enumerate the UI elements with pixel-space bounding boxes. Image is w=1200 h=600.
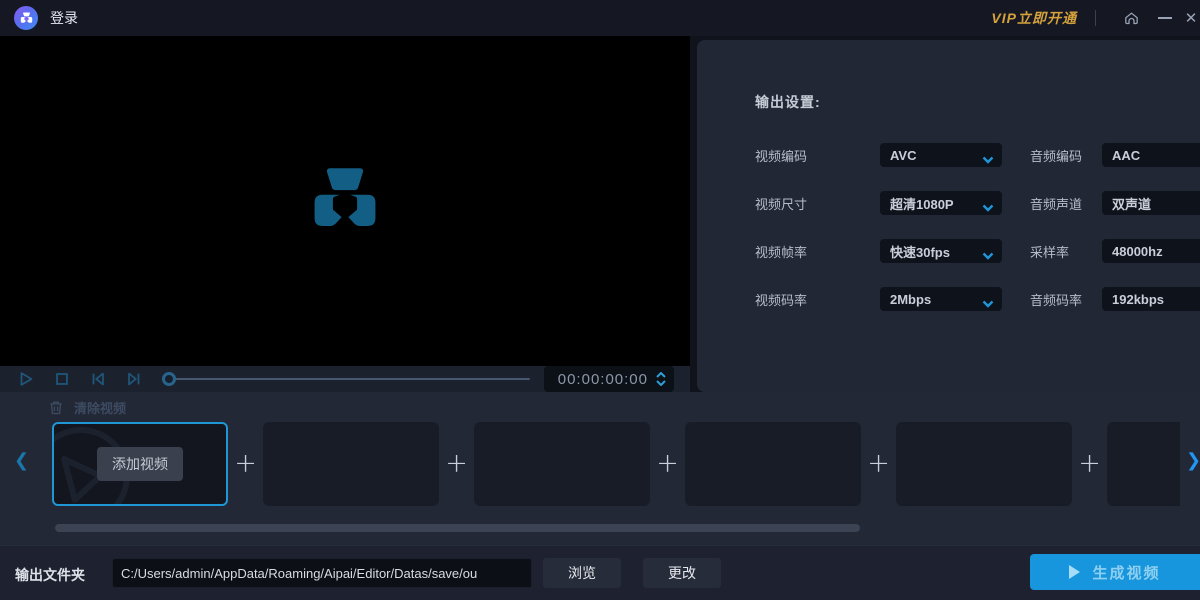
prev-frame-button[interactable] bbox=[88, 369, 108, 389]
output-folder-label: 输出文件夹 bbox=[15, 565, 85, 585]
app-logo-icon[interactable] bbox=[14, 6, 38, 30]
sample-rate-select[interactable]: 48000hz bbox=[1102, 239, 1200, 263]
plus-icon: + bbox=[439, 422, 474, 506]
timeline-scrollbar[interactable] bbox=[55, 524, 860, 532]
clip-slot-empty[interactable] bbox=[1107, 422, 1180, 506]
chevron-down-icon bbox=[982, 151, 994, 169]
timeline-section: 清除视频 ❮ 添加视频 + + + bbox=[0, 392, 1200, 545]
close-icon[interactable]: ✕ bbox=[1182, 0, 1200, 36]
home-icon[interactable] bbox=[1114, 0, 1148, 36]
clip-slot-add[interactable]: 添加视频 bbox=[52, 422, 228, 506]
seek-thumb[interactable] bbox=[162, 372, 176, 386]
trash-icon bbox=[48, 399, 64, 416]
chevron-down-icon bbox=[982, 199, 994, 217]
video-codec-label: 视频编码 bbox=[755, 146, 880, 165]
browse-button[interactable]: 浏览 bbox=[543, 558, 621, 588]
next-frame-button[interactable] bbox=[124, 369, 144, 389]
generate-video-button[interactable]: 生成视频 bbox=[1030, 554, 1200, 590]
change-button[interactable]: 更改 bbox=[643, 558, 721, 588]
player-controls-bar: 00:00:00:00 bbox=[0, 366, 690, 392]
audio-bitrate-select[interactable]: 192kbps bbox=[1102, 287, 1200, 311]
play-triangle-icon bbox=[1069, 565, 1080, 579]
timecode-spinner[interactable] bbox=[656, 372, 666, 386]
minimize-icon[interactable] bbox=[1148, 0, 1182, 36]
clip-slot-empty[interactable] bbox=[263, 422, 439, 506]
audio-codec-label: 音频编码 bbox=[1016, 146, 1102, 165]
video-bitrate-label: 视频码率 bbox=[755, 290, 880, 309]
chevron-down-icon bbox=[982, 247, 994, 265]
login-button[interactable]: 登录 bbox=[50, 8, 78, 28]
plus-icon: + bbox=[228, 422, 263, 506]
clip-slot-empty[interactable] bbox=[896, 422, 1072, 506]
clip-slot-empty[interactable] bbox=[685, 422, 861, 506]
spinner-down-icon[interactable] bbox=[656, 380, 666, 386]
app-window: 登录 VIP立即开通 ✕ bbox=[0, 0, 1200, 600]
titlebar-right: VIP立即开通 ✕ bbox=[991, 0, 1200, 36]
timecode-field[interactable]: 00:00:00:00 bbox=[544, 366, 674, 392]
plus-icon: + bbox=[650, 422, 685, 506]
clip-slot-empty[interactable] bbox=[474, 422, 650, 506]
audio-channels-label: 音频声道 bbox=[1016, 194, 1102, 213]
scroll-left-icon[interactable]: ❮ bbox=[14, 450, 29, 471]
clear-videos-button[interactable]: 清除视频 bbox=[48, 398, 126, 417]
video-codec-select[interactable]: AVC bbox=[880, 143, 1002, 167]
video-size-select[interactable]: 超清1080P bbox=[880, 191, 1002, 215]
timeline-track: 添加视频 + + + + + bbox=[52, 422, 1180, 508]
chevron-down-icon bbox=[982, 295, 994, 313]
seek-slider[interactable] bbox=[162, 369, 530, 389]
add-video-button[interactable]: 添加视频 bbox=[97, 447, 183, 481]
output-settings-fields: 视频编码 AVC 音频编码 AAC 视频尺寸 超清1080P 音频声道 双声道 … bbox=[755, 143, 1200, 311]
output-settings-title: 输出设置: bbox=[755, 92, 821, 112]
video-size-label: 视频尺寸 bbox=[755, 194, 880, 213]
audio-bitrate-label: 音频码率 bbox=[1016, 290, 1102, 309]
sample-rate-label: 采样率 bbox=[1016, 242, 1102, 261]
output-path-input[interactable] bbox=[112, 558, 532, 588]
seek-track[interactable] bbox=[168, 378, 530, 380]
titlebar-divider bbox=[1095, 10, 1096, 26]
spinner-up-icon[interactable] bbox=[656, 372, 666, 378]
video-preview-area[interactable] bbox=[0, 36, 690, 366]
audio-codec-select[interactable]: AAC bbox=[1102, 143, 1200, 167]
audio-channels-select[interactable]: 双声道 bbox=[1102, 191, 1200, 215]
scroll-right-icon[interactable]: ❯ bbox=[1186, 450, 1200, 471]
watermark-robot-logo-icon bbox=[306, 159, 384, 243]
robot-logo-icon bbox=[19, 11, 34, 26]
video-bitrate-select[interactable]: 2Mbps bbox=[880, 287, 1002, 311]
plus-icon: + bbox=[1072, 422, 1107, 506]
stop-button[interactable] bbox=[52, 369, 72, 389]
play-button[interactable] bbox=[16, 369, 36, 389]
frame-rate-label: 视频帧率 bbox=[755, 242, 880, 261]
titlebar: 登录 VIP立即开通 ✕ bbox=[0, 0, 1200, 36]
frame-rate-select[interactable]: 快速30fps bbox=[880, 239, 1002, 263]
plus-icon: + bbox=[861, 422, 896, 506]
footer-bar: 输出文件夹 浏览 更改 生成视频 bbox=[0, 545, 1200, 600]
timecode-value: 00:00:00:00 bbox=[558, 371, 648, 388]
vip-upgrade-button[interactable]: VIP立即开通 bbox=[991, 8, 1077, 28]
output-settings-panel: 输出设置: 视频编码 AVC 音频编码 AAC 视频尺寸 超清1080P 音频声… bbox=[697, 40, 1200, 392]
clear-videos-label: 清除视频 bbox=[74, 398, 126, 417]
